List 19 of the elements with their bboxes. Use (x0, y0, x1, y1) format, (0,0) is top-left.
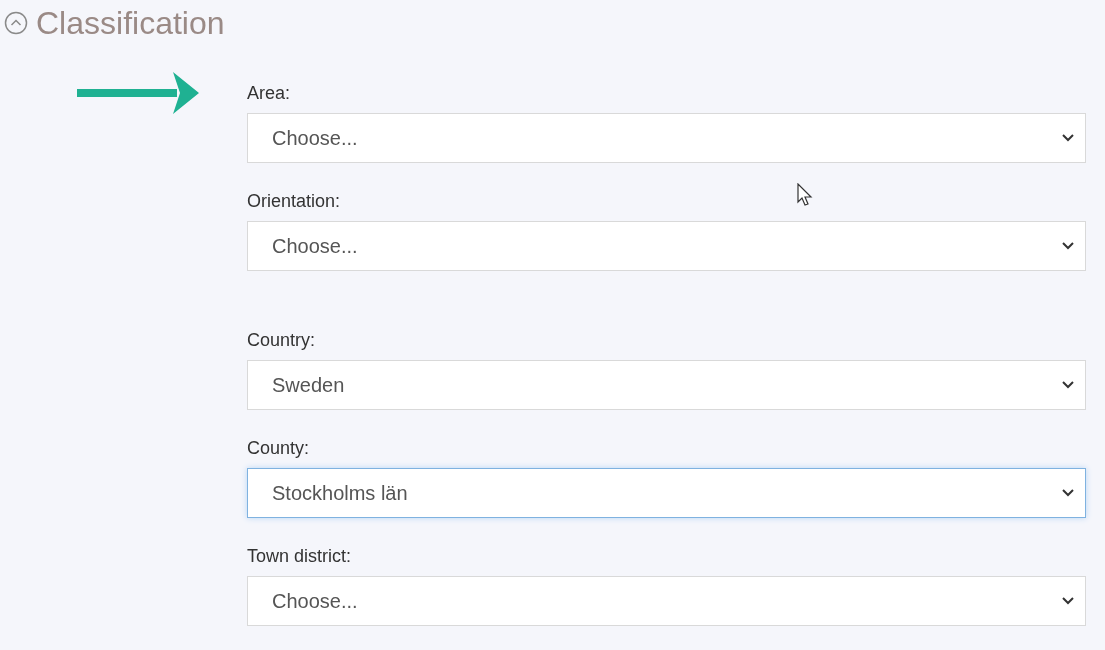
dropdown-field[interactable]: Choose... (247, 221, 1086, 271)
dropdown-field[interactable]: Stockholms län (247, 468, 1086, 518)
field-label: Town district: (247, 545, 352, 567)
field-label: County: (247, 437, 310, 459)
collapse-icon[interactable] (4, 11, 28, 35)
field-label: Orientation: (247, 190, 341, 212)
mouse-pointer-icon (797, 183, 813, 207)
field-label: Country: (247, 329, 316, 351)
arrow-icon (77, 72, 199, 114)
dropdown-field[interactable]: Choose... (247, 576, 1086, 626)
chevron-down-icon (1061, 380, 1075, 390)
chevron-down-icon (1061, 596, 1075, 606)
chevron-down-icon (1061, 133, 1075, 143)
chevron-down-icon (1061, 488, 1075, 498)
chevron-down-icon (1061, 241, 1075, 251)
dropdown-field[interactable]: Choose... (247, 113, 1086, 163)
field-label: Area: (247, 82, 291, 104)
dropdown-field[interactable]: Sweden (247, 360, 1086, 410)
section-title: Classification (36, 7, 225, 39)
